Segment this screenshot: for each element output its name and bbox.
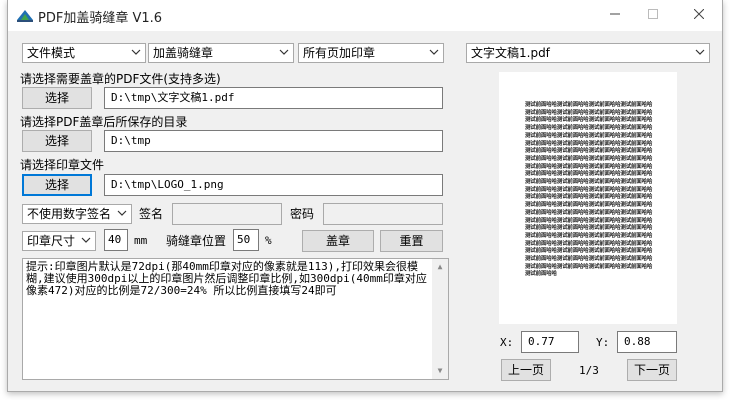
chevron-down-icon: [81, 235, 91, 245]
signature-name-input[interactable]: [172, 203, 282, 225]
scroll-up-icon[interactable]: ▲: [432, 259, 448, 275]
mode-select[interactable]: 文件模式: [22, 43, 146, 63]
preview-page-text: 测试前面哈哈测试前面哈哈测试前面哈哈测试前面哈哈测试前面哈哈测试前面哈哈测试前面…: [525, 102, 653, 278]
reset-button[interactable]: 重置: [380, 230, 443, 252]
chevron-down-icon: [279, 47, 289, 57]
stamp-size-unit: mm: [134, 234, 148, 247]
y-coord-label: Y:: [596, 336, 610, 349]
signature-password-label: 密码: [290, 207, 315, 221]
pdf-page-preview: 测试前面哈哈测试前面哈哈测试前面哈哈测试前面哈哈测试前面哈哈测试前面哈哈测试前面…: [499, 72, 677, 324]
pdf-path-field[interactable]: D:\tmp\文字文稿1.pdf: [104, 87, 443, 109]
stamp-button[interactable]: 盖章: [302, 230, 374, 252]
seam-position-unit: %: [265, 234, 272, 247]
mode-select-value: 文件模式: [27, 46, 76, 60]
select-pdf-button[interactable]: 选择: [22, 87, 92, 109]
chevron-down-icon: [429, 47, 439, 57]
y-coord-input[interactable]: 0.88: [617, 331, 677, 353]
signature-password-input[interactable]: [323, 203, 443, 225]
file-select-value: 文字文稿1.pdf: [471, 46, 550, 60]
chevron-down-icon: [117, 208, 127, 218]
notes-scrollbar[interactable]: ▲ ▼: [432, 259, 448, 379]
next-page-button[interactable]: 下一页: [627, 359, 677, 381]
pages-select-value: 所有页加印章: [303, 46, 376, 60]
pdf-file-label: 请选择需要盖章的PDF文件(支持多选): [20, 72, 221, 86]
output-dir-field[interactable]: D:\tmp: [104, 130, 443, 152]
select-stamp-button[interactable]: 选择: [22, 174, 92, 196]
seam-position-label: 骑缝章位置: [166, 234, 227, 248]
signature-name-label: 签名: [139, 207, 164, 221]
signature-select-value: 不使用数字签名: [27, 207, 112, 221]
pdf-stamp-app-icon: [16, 8, 34, 22]
stamp-size-select[interactable]: 印章尺寸: [22, 231, 96, 251]
output-dir-label: 请选择PDF盖章后所保存的目录: [20, 115, 188, 129]
scroll-down-icon[interactable]: ▼: [432, 363, 448, 379]
notes-text: 提示:印章图片默认是72dpi(那40mm印章对应的像素就是113),打印效果会…: [26, 260, 427, 297]
maximize-icon[interactable]: [642, 4, 664, 26]
notes-textarea[interactable]: 提示:印章图片默认是72dpi(那40mm印章对应的像素就是113),打印效果会…: [22, 258, 449, 380]
prev-page-button[interactable]: 上一页: [501, 359, 551, 381]
page-indicator: 1/3: [579, 364, 599, 377]
file-select[interactable]: 文字文稿1.pdf: [466, 43, 710, 63]
stamp-type-select[interactable]: 加盖骑缝章: [148, 43, 294, 63]
stamp-size-select-value: 印章尺寸: [27, 234, 76, 248]
window-title: PDF加盖骑缝章 V1.6: [38, 11, 163, 26]
stamp-type-select-value: 加盖骑缝章: [153, 46, 214, 60]
seam-position-input[interactable]: 50: [233, 229, 259, 251]
x-coord-input[interactable]: 0.77: [521, 331, 579, 353]
stamp-path-field[interactable]: D:\tmp\LOGO_1.png: [104, 174, 443, 196]
title-bar: PDF加盖骑缝章 V1.6: [8, 0, 722, 31]
stamp-file-label: 请选择印章文件: [20, 158, 105, 172]
chevron-down-icon: [695, 47, 705, 57]
select-output-dir-button[interactable]: 选择: [22, 130, 92, 152]
minimize-icon[interactable]: [604, 4, 626, 26]
signature-select[interactable]: 不使用数字签名: [22, 204, 132, 224]
stamp-size-input[interactable]: 40: [104, 229, 128, 251]
x-coord-label: X:: [500, 336, 514, 349]
close-icon[interactable]: [688, 4, 710, 26]
chevron-down-icon: [131, 47, 141, 57]
app-window: PDF加盖骑缝章 V1.6 文件模式 加盖骑缝章 所有页加印章 文字文稿1.pd…: [7, 0, 723, 392]
pages-select[interactable]: 所有页加印章: [298, 43, 444, 63]
